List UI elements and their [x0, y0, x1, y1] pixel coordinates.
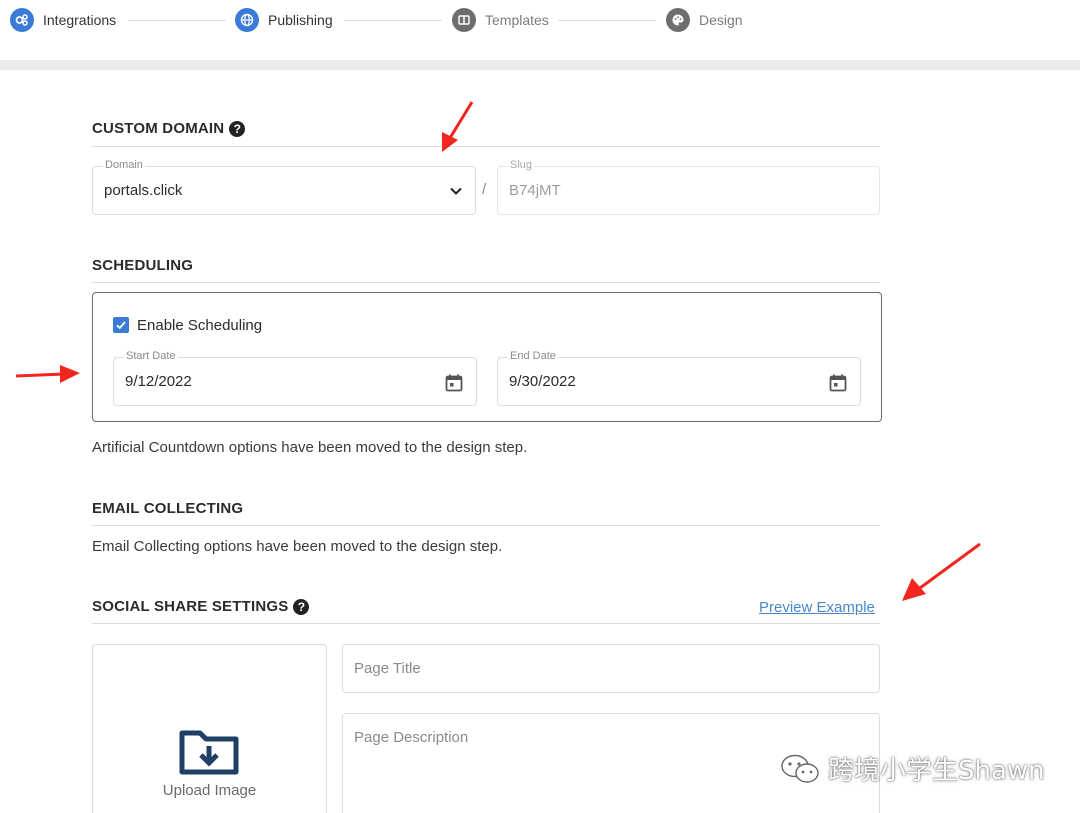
section-divider — [92, 525, 880, 526]
domain-label: Domain — [103, 159, 145, 171]
annotation-arrow — [902, 542, 981, 601]
custom-domain-title: CUSTOM DOMAIN — [92, 120, 225, 137]
domain-select[interactable]: Domain portals.click — [92, 159, 476, 215]
section-divider — [92, 146, 880, 147]
step-templates[interactable]: Templates — [452, 8, 549, 32]
wizard-stepper: Integrations Publishing Templates Design — [0, 0, 1080, 62]
end-date-label: End Date — [508, 350, 558, 362]
step-integrations[interactable]: Integrations — [10, 8, 116, 32]
calendar-icon[interactable] — [444, 373, 464, 393]
checkmark-icon — [116, 321, 126, 330]
slug-value: B74jMT — [509, 182, 561, 199]
gears-icon — [10, 8, 34, 32]
step-connector — [344, 20, 442, 21]
end-date-value: 9/30/2022 — [509, 373, 576, 390]
annotation-arrow — [442, 101, 474, 152]
page-title-input[interactable]: Page Title — [342, 644, 880, 693]
upload-image-dropzone[interactable]: Upload Image — [92, 644, 327, 813]
help-icon[interactable]: ? — [229, 120, 246, 137]
step-connector — [558, 20, 656, 21]
slug-label: Slug — [508, 159, 535, 171]
step-design[interactable]: Design — [666, 8, 743, 32]
watermark: 跨境小学生Shawn — [780, 750, 1045, 787]
page-title-placeholder: Page Title — [354, 660, 421, 677]
step-connector — [128, 20, 226, 21]
email-collecting-note: Email Collecting options have been moved… — [92, 538, 503, 555]
section-divider — [92, 623, 880, 624]
domain-value: portals.click — [104, 182, 183, 199]
enable-scheduling-checkbox[interactable] — [113, 317, 129, 333]
enable-scheduling-label[interactable]: Enable Scheduling — [137, 317, 262, 334]
step-label-publishing: Publishing — [268, 12, 333, 28]
palette-icon — [666, 8, 690, 32]
start-date-value: 9/12/2022 — [125, 373, 192, 390]
calendar-icon[interactable] — [828, 373, 848, 393]
step-publishing[interactable]: Publishing — [235, 8, 333, 32]
scheduling-heading: SCHEDULING — [92, 257, 193, 274]
annotation-arrow — [15, 365, 80, 383]
slug-field[interactable]: Slug B74jMT — [497, 159, 880, 215]
columns-icon — [452, 8, 476, 32]
custom-domain-heading: CUSTOM DOMAIN ? — [92, 120, 246, 137]
start-date-label: Start Date — [124, 350, 178, 362]
start-date-field[interactable]: Start Date 9/12/2022 — [113, 350, 477, 406]
chevron-down-icon — [450, 187, 462, 195]
scheduling-title: SCHEDULING — [92, 257, 194, 274]
step-label-design: Design — [699, 12, 743, 28]
wechat-icon — [781, 754, 819, 783]
email-collecting-heading: EMAIL COLLECTING — [92, 500, 243, 517]
social-share-title: SOCIAL SHARE SETTINGS — [92, 598, 289, 615]
countdown-note: Artificial Countdown options have been m… — [92, 439, 528, 456]
folder-download-icon — [179, 730, 239, 775]
end-date-field[interactable]: End Date 9/30/2022 — [497, 350, 861, 406]
watermark-text: 跨境小学生Shawn — [828, 756, 1045, 786]
email-collecting-title: EMAIL COLLECTING — [92, 500, 244, 517]
page-description-placeholder: Page Description — [354, 729, 469, 746]
section-divider — [92, 282, 880, 283]
domain-slug-separator: / — [482, 181, 487, 198]
step-label-integrations: Integrations — [43, 12, 117, 28]
preview-example-link[interactable]: Preview Example — [759, 599, 875, 616]
upload-image-label: Upload Image — [162, 782, 257, 799]
social-share-heading: SOCIAL SHARE SETTINGS ? — [92, 598, 310, 615]
globe-icon — [235, 8, 259, 32]
step-label-templates: Templates — [485, 12, 549, 28]
header-divider — [0, 60, 1080, 70]
help-icon[interactable]: ? — [293, 598, 310, 615]
